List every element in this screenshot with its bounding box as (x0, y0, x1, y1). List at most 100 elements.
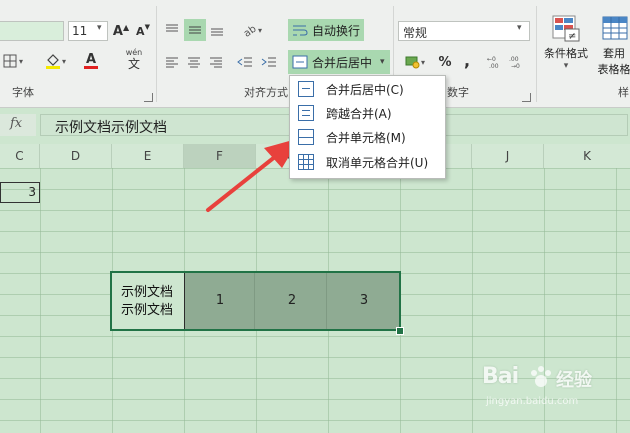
accounting-format-button[interactable]: ▾ (402, 51, 428, 73)
merge-center-icon (298, 81, 314, 97)
merge-center-icon (292, 55, 308, 69)
increase-indent-button[interactable] (258, 51, 280, 73)
font-name-dropdown[interactable] (0, 21, 64, 41)
group-font-label: 字体 (12, 86, 34, 99)
group-alignment-label: 对齐方式 (244, 86, 288, 99)
column-header-e[interactable]: E (112, 144, 184, 168)
phonetic-guide-icon: 文 (127, 57, 140, 71)
align-bottom-icon (211, 28, 223, 36)
increase-indent-icon (261, 57, 276, 67)
align-left-icon (166, 57, 178, 68)
merge-center-button[interactable]: 合并后居中 ▾ (288, 50, 390, 74)
increase-decimal-icon: ←0.00 (487, 56, 499, 69)
align-bottom-button[interactable] (207, 19, 227, 41)
align-center-icon (188, 57, 200, 68)
borders-icon (3, 54, 17, 68)
menu-item-label: 合并后居中(C) (326, 82, 404, 97)
chevron-down-icon: ▾ (97, 23, 102, 33)
align-middle-button[interactable] (184, 19, 206, 41)
format-as-table-label-1: 套用 (603, 47, 625, 60)
orientation-button[interactable]: ab ▾ (237, 19, 267, 41)
align-left-button[interactable] (162, 51, 182, 73)
chevron-down-icon: ▾ (380, 57, 385, 67)
group-number-label: 数字 (447, 86, 469, 99)
align-center-button[interactable] (184, 51, 204, 73)
column-header-j[interactable]: J (472, 144, 544, 168)
merge-cells-icon (298, 129, 314, 145)
menu-item-label: 合并单元格(M) (326, 130, 406, 145)
decrease-font-icon: A (136, 24, 145, 38)
font-size-value: 11 (72, 24, 88, 38)
align-middle-icon (189, 26, 201, 34)
cell-c-value[interactable]: 3 (0, 182, 40, 203)
conditional-formatting-label: 条件格式 (544, 47, 588, 60)
menu-item-merge-across[interactable]: 跨越合并(A) (290, 101, 445, 125)
wrap-text-icon (293, 25, 308, 36)
column-header-k[interactable]: K (544, 144, 630, 168)
merge-across-icon (298, 105, 314, 121)
comma-icon: , (463, 50, 471, 70)
selection-divider (184, 273, 185, 329)
group-styles-label: 样 (618, 86, 629, 99)
number-dialog-launcher-icon[interactable] (522, 93, 531, 102)
align-right-icon (210, 57, 222, 68)
font-color-button[interactable]: A (76, 50, 106, 72)
chevron-down-icon: ▾ (517, 23, 522, 33)
phonetic-guide-button[interactable]: wén 文 (121, 48, 147, 74)
formula-content: 示例文档示例文档 (55, 120, 167, 136)
menu-item-merge-center[interactable]: 合并后居中(C) (290, 77, 445, 101)
align-top-icon (166, 24, 178, 32)
percent-icon: % (438, 54, 452, 70)
paw-icon (531, 366, 551, 387)
column-header-c[interactable]: C (0, 144, 40, 168)
svg-text:←0: ←0 (487, 56, 496, 63)
watermark-url: jingyan.baidu.com (486, 396, 579, 407)
phonetic-guide-pinyin: wén (125, 48, 143, 57)
svg-text:→0: →0 (511, 63, 520, 69)
baidu-watermark: Bai 经验 jingyan.baidu.com (482, 362, 622, 412)
font-dialog-launcher-icon[interactable] (144, 93, 153, 102)
decrease-decimal-button[interactable]: .00 →0 (508, 51, 528, 73)
font-color-icon: A (85, 52, 97, 67)
decrease-font-button[interactable]: A ▼ (133, 20, 153, 42)
divider (156, 6, 157, 102)
merge-dropdown-menu: 合并后居中(C) 跨越合并(A) 合并单元格(M) 取消单元格合并(U) (289, 75, 446, 179)
unmerge-cells-icon (298, 154, 314, 170)
menu-item-label: 跨越合并(A) (326, 106, 392, 121)
format-as-table-button[interactable]: 套用 表格格 (594, 12, 630, 78)
conditional-formatting-button[interactable]: ≠ 条件格式 ▾ (540, 12, 592, 78)
svg-text:ab: ab (242, 24, 258, 38)
fill-color-button[interactable]: ▾ (40, 50, 70, 72)
align-top-button[interactable] (162, 19, 182, 41)
decrease-decimal-icon: .00→0 (509, 56, 520, 69)
number-format-value: 常规 (403, 26, 428, 40)
decrease-indent-button[interactable] (234, 51, 256, 73)
borders-button[interactable]: ▾ (0, 50, 26, 72)
percent-button[interactable]: % (436, 51, 454, 73)
wrap-text-label: 自动换行 (312, 23, 361, 38)
font-size-dropdown[interactable]: 11 ▾ (68, 21, 108, 41)
increase-decimal-button[interactable]: ←0.00 (486, 51, 506, 73)
text-orientation-icon: ab (242, 24, 258, 38)
menu-item-unmerge[interactable]: 取消单元格合并(U) (290, 150, 445, 174)
wrap-text-button[interactable]: 自动换行 (288, 19, 364, 41)
column-header-d[interactable]: D (40, 144, 112, 168)
conditional-formatting-icon: ≠ (552, 15, 580, 42)
insert-function-icon[interactable]: fx (10, 116, 22, 131)
menu-item-label: 取消单元格合并(U) (326, 155, 429, 170)
decrease-indent-icon (237, 57, 252, 67)
selection-border (110, 271, 401, 331)
number-format-dropdown[interactable]: 常规 ▾ (398, 21, 530, 41)
svg-text:.00: .00 (509, 56, 519, 63)
comma-style-button[interactable]: , (460, 49, 474, 71)
format-as-table-icon (602, 16, 628, 40)
divider (536, 6, 537, 102)
fill-handle[interactable] (396, 327, 404, 335)
increase-font-button[interactable]: A ▲ (110, 20, 132, 42)
menu-item-merge-cells[interactable]: 合并单元格(M) (290, 125, 445, 149)
currency-icon (405, 56, 420, 69)
svg-text:≠: ≠ (568, 31, 576, 42)
format-as-table-label-2: 表格格 (597, 63, 630, 76)
align-right-button[interactable] (206, 51, 226, 73)
chevron-down-icon: ▾ (563, 61, 569, 71)
